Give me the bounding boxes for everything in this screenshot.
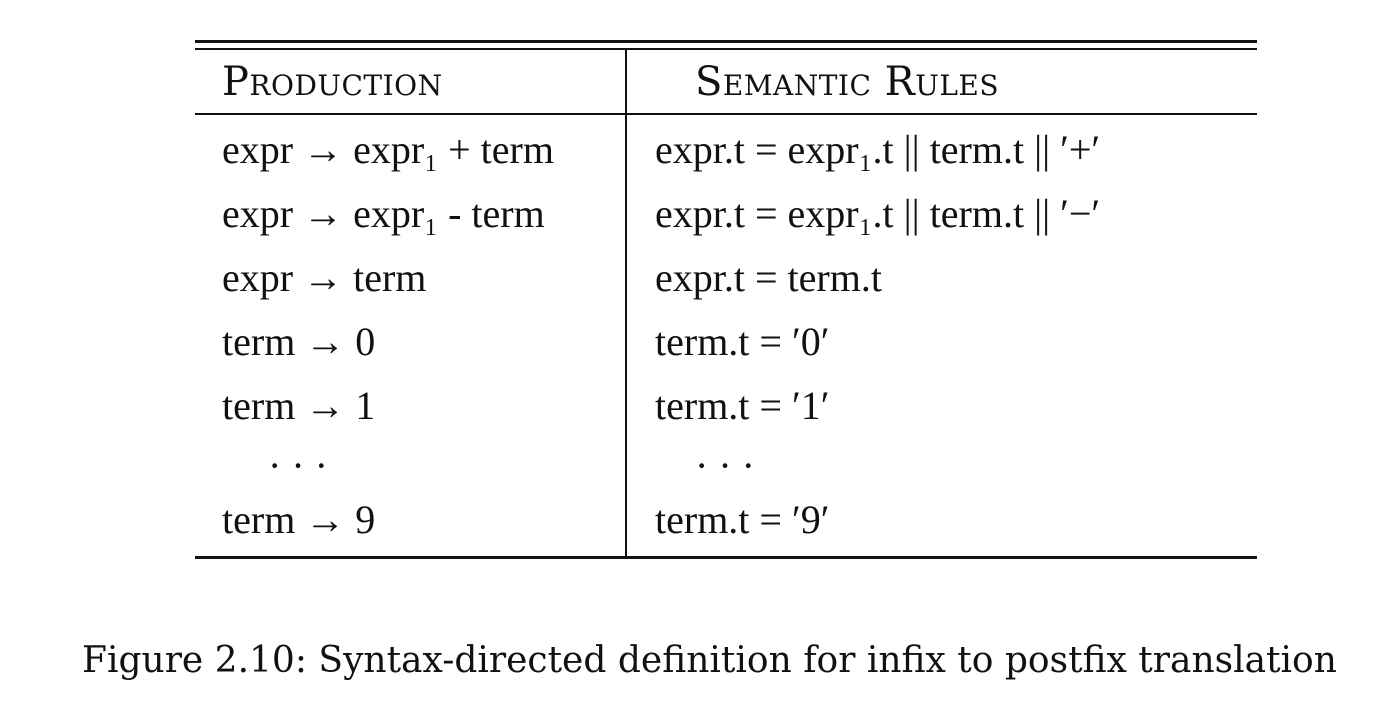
production-cell: term → 9 bbox=[222, 497, 376, 542]
table-column-divider bbox=[625, 49, 627, 558]
figure-caption: Figure 2.10: Syntax-directed definition … bbox=[82, 640, 1337, 681]
production-ellipsis: · · · bbox=[268, 443, 328, 488]
production-cell: term → 0 bbox=[222, 319, 376, 364]
semantic-rule-cell: expr.t = expr₁.t || term.t || ′−′ bbox=[655, 191, 1101, 236]
table-header-rule bbox=[195, 113, 1257, 115]
header-semantic-rules: Semantic Rules bbox=[695, 59, 1000, 105]
semantic-rule-cell: term.t = ′1′ bbox=[655, 383, 830, 428]
semantic-rule-cell: term.t = ′9′ bbox=[655, 497, 830, 542]
production-cell: expr → expr₁ + term bbox=[222, 127, 554, 172]
ellipsis-cell: · · · bbox=[222, 442, 328, 490]
semantic-rule-cell: expr.t = term.t bbox=[655, 255, 882, 300]
table-top-rule bbox=[195, 40, 1257, 43]
semantic-rule-cell: term.t = ′0′ bbox=[655, 319, 830, 364]
production-cell: term → 1 bbox=[222, 383, 376, 428]
table-bottom-rule bbox=[195, 556, 1257, 559]
semantic-rule-cell: expr.t = expr₁.t || term.t || ′+′ bbox=[655, 127, 1101, 172]
semantic-rule-ellipsis: · · · bbox=[695, 443, 755, 488]
header-production: Production bbox=[222, 59, 443, 105]
production-cell: expr → expr₁ - term bbox=[222, 191, 545, 236]
table-top-rule-inner bbox=[195, 48, 1257, 50]
sdd-table: Production Semantic Rules expr → expr₁ +… bbox=[195, 40, 1257, 560]
ellipsis-cell: · · · bbox=[655, 442, 755, 490]
production-cell: expr → term bbox=[222, 255, 427, 300]
